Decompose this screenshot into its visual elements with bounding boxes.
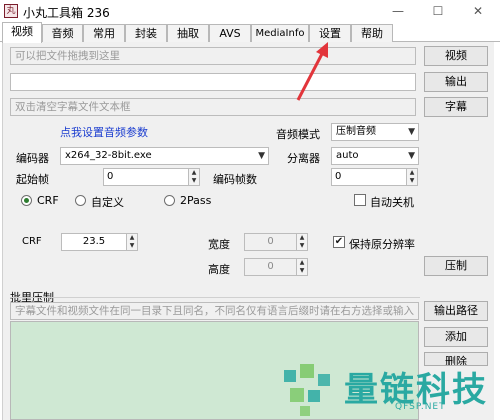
audio-settings-link[interactable]: 点我设置音频参数 <box>60 124 148 140</box>
batch-subtitle-input[interactable]: 字幕文件和视频文件在同一目录下且同名，不同名仅有语言后缀时请在右方选择或输入 <box>10 302 419 320</box>
radio-custom-label: 自定义 <box>91 196 124 209</box>
crf-label: CRF <box>22 236 42 247</box>
chevron-down-icon: ▼ <box>408 127 415 137</box>
chevron-down-icon: ▼ <box>258 151 265 161</box>
tab-mux[interactable]: 封装 <box>125 24 167 42</box>
spin-arrows-icon[interactable]: ▲ ▼ <box>296 234 307 250</box>
video-button[interactable]: 视频 <box>424 46 488 66</box>
crf-value: 23.5 <box>82 236 106 247</box>
encode-frames-label: 编码帧数 <box>213 173 257 186</box>
output-path-button[interactable]: 输出路径 <box>424 301 488 321</box>
splitter-select[interactable]: auto ▼ <box>331 147 419 165</box>
subtitle-button[interactable]: 字幕 <box>424 97 488 117</box>
watermark-logo-icon <box>284 364 330 416</box>
height-value: 0 <box>267 261 274 272</box>
close-button[interactable]: ✕ <box>458 2 498 20</box>
keep-resolution-label: 保持原分辨率 <box>349 238 415 251</box>
audio-mode-label: 音频模式 <box>276 128 320 141</box>
width-value: 0 <box>267 236 274 247</box>
radio-2pass[interactable] <box>164 195 175 206</box>
auto-shutdown-label: 自动关机 <box>370 196 414 209</box>
start-frame-value: 0 <box>107 171 114 182</box>
splitter-label: 分离器 <box>287 152 320 165</box>
app-icon: 丸 <box>4 4 18 18</box>
keep-resolution-checkbox[interactable]: ✔ <box>333 236 345 248</box>
annotation-arrow <box>296 42 328 101</box>
width-label: 宽度 <box>208 238 230 251</box>
subtitle-file-input[interactable]: 双击清空字幕文件文本框 <box>10 98 416 116</box>
encode-frames-spinner[interactable]: 0 ▲ ▼ <box>331 168 418 186</box>
spin-arrows-icon[interactable]: ▲ ▼ <box>296 259 307 275</box>
spin-arrows-icon[interactable]: ▲ ▼ <box>406 169 417 185</box>
height-label: 高度 <box>208 263 230 276</box>
tab-extract[interactable]: 抽取 <box>167 24 209 42</box>
spin-arrows-icon[interactable]: ▲ ▼ <box>188 169 199 185</box>
audio-mode-select[interactable]: 压制音频 ▼ <box>331 123 419 141</box>
chevron-down-icon: ▼ <box>408 151 415 161</box>
maximize-button[interactable]: ☐ <box>418 2 458 20</box>
tab-avs[interactable]: AVS <box>209 24 251 42</box>
encoder-select[interactable]: x264_32-8bit.exe ▼ <box>60 147 269 165</box>
minimize-button[interactable]: — <box>378 2 418 20</box>
encoder-label: 编码器 <box>16 152 49 165</box>
tab-common[interactable]: 常用 <box>83 24 125 42</box>
audio-mode-value: 压制音频 <box>336 126 376 137</box>
start-frame-label: 起始帧 <box>16 173 49 186</box>
video-file-input[interactable]: 可以把文件拖拽到这里 <box>10 47 416 65</box>
splitter-value: auto <box>336 150 359 161</box>
radio-2pass-label: 2Pass <box>180 194 212 207</box>
watermark-url: QFSP.NET <box>395 402 446 412</box>
output-button[interactable]: 输出 <box>424 72 488 92</box>
start-frame-spinner[interactable]: 0 ▲ ▼ <box>103 168 200 186</box>
radio-custom[interactable] <box>75 195 86 206</box>
crf-spinner[interactable]: 23.5 ▲ ▼ <box>61 233 138 251</box>
auto-shutdown-checkbox[interactable] <box>354 194 366 206</box>
batch-divider <box>10 297 420 298</box>
add-button[interactable]: 添加 <box>424 327 488 347</box>
window-title: 小丸工具箱 236 <box>23 6 110 20</box>
radio-crf[interactable] <box>21 195 32 206</box>
encoder-value: x264_32-8bit.exe <box>65 150 152 161</box>
spin-arrows-icon[interactable]: ▲ ▼ <box>126 234 137 250</box>
radio-crf-label: CRF <box>37 194 59 207</box>
tab-help[interactable]: 帮助 <box>351 24 393 42</box>
encode-frames-value: 0 <box>335 171 342 182</box>
width-spinner[interactable]: 0 ▲ ▼ <box>244 233 308 251</box>
tab-audio[interactable]: 音频 <box>42 24 83 42</box>
output-file-input[interactable] <box>10 73 416 91</box>
height-spinner[interactable]: 0 ▲ ▼ <box>244 258 308 276</box>
tab-video[interactable]: 视频 <box>2 22 42 43</box>
encode-button[interactable]: 压制 <box>424 256 488 276</box>
